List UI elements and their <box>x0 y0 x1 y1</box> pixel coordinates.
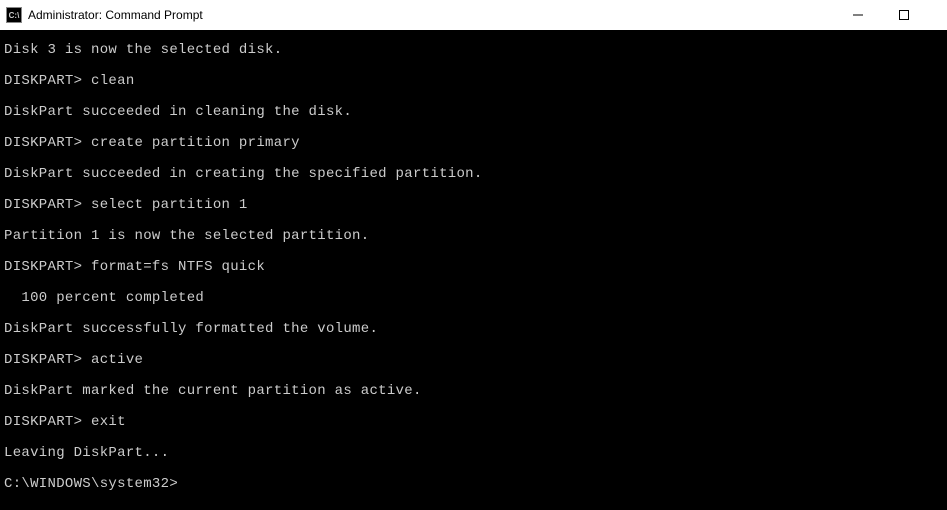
terminal-line: 100 percent completed <box>4 288 943 309</box>
terminal-line: DiskPart succeeded in creating the speci… <box>4 164 943 185</box>
minimize-icon <box>853 10 863 20</box>
terminal-output[interactable]: Disk 3 is now the selected disk. DISKPAR… <box>0 30 947 510</box>
terminal-line: DISKPART> select partition 1 <box>4 195 943 216</box>
window-title: Administrator: Command Prompt <box>28 8 203 22</box>
terminal-line: DiskPart successfully formatted the volu… <box>4 319 943 340</box>
terminal-line: Disk 3 is now the selected disk. <box>4 40 943 61</box>
maximize-icon <box>899 10 909 20</box>
terminal-line: Leaving DiskPart... <box>4 443 943 464</box>
terminal-line: DISKPART> active <box>4 350 943 371</box>
titlebar-left: C:\ Administrator: Command Prompt <box>6 7 203 23</box>
terminal-line: DISKPART> clean <box>4 71 943 92</box>
terminal-line: DiskPart marked the current partition as… <box>4 381 943 402</box>
terminal-line: C:\WINDOWS\system32> <box>4 474 943 495</box>
terminal-line: Partition 1 is now the selected partitio… <box>4 226 943 247</box>
window-controls <box>835 0 947 30</box>
terminal-line: DiskPart succeeded in cleaning the disk. <box>4 102 943 123</box>
cmd-icon: C:\ <box>6 7 22 23</box>
close-button[interactable] <box>927 0 947 30</box>
terminal-line: DISKPART> format=fs NTFS quick <box>4 257 943 278</box>
terminal-line: DISKPART> exit <box>4 412 943 433</box>
titlebar: C:\ Administrator: Command Prompt <box>0 0 947 30</box>
minimize-button[interactable] <box>835 0 881 30</box>
terminal-line: DISKPART> create partition primary <box>4 133 943 154</box>
maximize-button[interactable] <box>881 0 927 30</box>
